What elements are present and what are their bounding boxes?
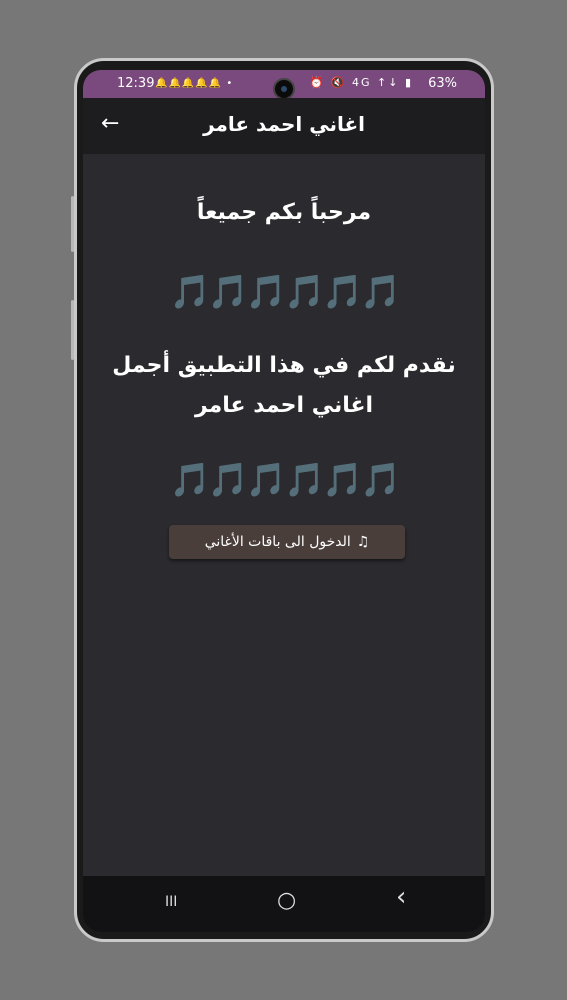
playlist-icon: ♫ — [356, 534, 370, 550]
home-icon[interactable]: ○ — [277, 888, 296, 913]
nav-back-icon[interactable]: ‹ — [396, 882, 406, 912]
front-camera-icon — [273, 78, 295, 100]
app-bar: ← اغاني احمد عامر — [83, 98, 485, 154]
battery-percent: 63% — [428, 76, 457, 91]
music-notes-row-1: 🎵🎵🎵🎵🎵🎵 — [169, 272, 402, 311]
page-title: اغاني احمد عامر — [203, 112, 365, 136]
screen: 12:39 🔔🔔🔔🔔🔔 • ⏰ 🔇 4G ↑↓ ▮ 63% ← اغاني اح… — [83, 70, 485, 932]
recents-icon[interactable]: III — [165, 894, 177, 910]
status-indicator-icons: ⏰ 🔇 4G ↑↓ ▮ — [309, 76, 413, 89]
back-arrow-icon[interactable]: ← — [101, 110, 119, 138]
music-notes-row-2: 🎵🎵🎵🎵🎵🎵 — [169, 460, 402, 499]
intro-text: نقدم لكم في هذا التطبيق أجمل اغاني احمد … — [112, 353, 456, 418]
welcome-text: مرحباً بكم جميعاً — [196, 200, 372, 225]
system-nav-bar: III ○ ‹ — [83, 876, 485, 932]
notification-icons: 🔔🔔🔔🔔🔔 • — [155, 78, 234, 89]
status-time: 12:39 — [117, 76, 155, 91]
enter-button-label: الدخول الى باقات الأغاني — [204, 534, 351, 550]
enter-song-packages-button[interactable]: ♫ الدخول الى باقات الأغاني — [169, 525, 405, 559]
